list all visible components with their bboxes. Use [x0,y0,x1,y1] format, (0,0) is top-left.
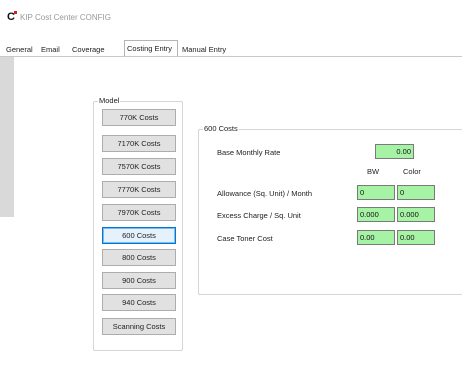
model-button-770k[interactable]: 770K Costs [102,109,176,126]
base-monthly-rate-label: Base Monthly Rate [217,148,281,157]
tab-email[interactable]: Email [41,43,60,56]
case-toner-color-field[interactable] [397,230,435,245]
color-column-header: Color [403,167,421,176]
model-button-7770k[interactable]: 7770K Costs [102,181,176,198]
tab-manual-entry[interactable]: Manual Entry [182,43,226,56]
costs-group-legend: 600 Costs [203,124,239,133]
window-title: KIP Cost Center CONFIG [20,13,111,22]
case-toner-bw-field[interactable] [357,230,395,245]
model-button-scanning[interactable]: Scanning Costs [102,318,176,335]
model-button-900[interactable]: 900 Costs [102,272,176,289]
model-button-7570k[interactable]: 7570K Costs [102,158,176,175]
allowance-bw-field[interactable] [357,185,395,200]
model-button-7170k[interactable]: 7170K Costs [102,135,176,152]
tab-costing-entry[interactable]: Costing Entry [124,40,178,56]
allowance-color-field[interactable] [397,185,435,200]
app-logo-icon: C [7,11,17,23]
model-button-600[interactable]: 600 Costs [102,227,176,244]
title-bar: C KIP Cost Center CONFIG [0,0,462,32]
excess-charge-label: Excess Charge / Sq. Unit [217,211,301,220]
model-button-7970k[interactable]: 7970K Costs [102,204,176,221]
tab-general[interactable]: General [6,43,33,56]
bw-column-header: BW [367,167,380,176]
side-strip [0,57,14,217]
case-toner-cost-label: Case Toner Cost [217,234,273,243]
model-button-940[interactable]: 940 Costs [102,294,176,311]
tab-coverage[interactable]: Coverage [72,43,105,56]
model-button-800[interactable]: 800 Costs [102,249,176,266]
excess-charge-color-field[interactable] [397,207,435,222]
tab-strip: General Email Coverage Costing Entry Man… [0,40,462,56]
model-group-legend: Model [98,96,121,105]
allowance-label: Allowance (Sq. Unit) / Month [217,189,313,198]
excess-charge-bw-field[interactable] [357,207,395,222]
base-monthly-rate-field[interactable] [375,144,414,159]
